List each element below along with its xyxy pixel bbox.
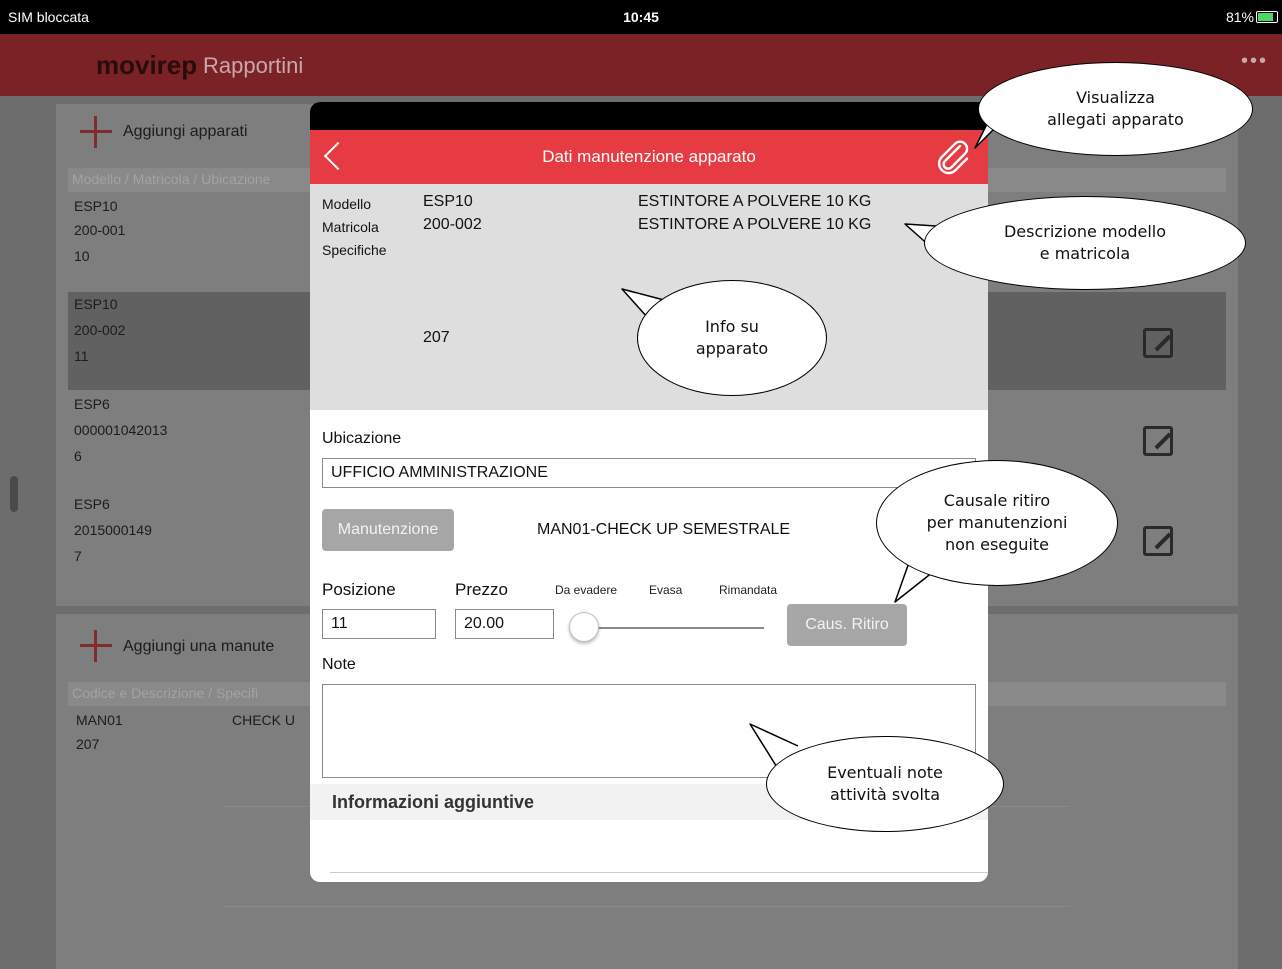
- add-manutenzione-icon[interactable]: [80, 630, 112, 662]
- bottom-divider: [330, 872, 988, 873]
- callout-line: Causale ritiro: [943, 491, 1051, 510]
- prezzo-field[interactable]: [455, 609, 554, 639]
- callout-line: attività svolta: [830, 785, 940, 804]
- row-ubicazione: 7: [74, 548, 82, 564]
- ubicazione-field[interactable]: [322, 458, 976, 488]
- row-modello: ESP10: [74, 296, 118, 312]
- posizione-field[interactable]: [322, 609, 436, 639]
- add-apparati-label[interactable]: Aggiungi apparati: [123, 123, 248, 141]
- row-modello: ESP10: [74, 198, 118, 214]
- row-matricola: 2015000149: [74, 522, 152, 538]
- manutenzione-button[interactable]: Manutenzione: [322, 509, 454, 551]
- edit-icon[interactable]: [1143, 426, 1173, 456]
- clock: 10:45: [623, 9, 659, 25]
- matricola-label: Matricola: [322, 219, 379, 235]
- modello-value: ESP10: [423, 193, 473, 210]
- callout-line: allegati apparato: [1047, 110, 1184, 129]
- slider-track[interactable]: [570, 627, 764, 629]
- edit-icon[interactable]: [1143, 328, 1173, 358]
- callout-descrizione-modello: Descrizione modello e matricola: [924, 196, 1246, 290]
- matricola-description: ESTINTORE A POLVERE 10 KG: [638, 216, 872, 233]
- modal-navbar: Dati manutenzione apparato: [310, 130, 988, 184]
- slider-label-evasa: Evasa: [649, 583, 683, 597]
- specifiche-value: 207: [423, 329, 450, 346]
- app-logo: movirep: [96, 50, 198, 80]
- callout-note-attivita: Eventuali note attività svolta: [766, 736, 1004, 832]
- add-apparati-icon[interactable]: [80, 116, 112, 148]
- battery-percent: 81%: [1225, 9, 1254, 25]
- battery-icon: [1256, 11, 1278, 23]
- specifiche-label: Specifiche: [322, 242, 387, 258]
- manutenzione-code: MAN01: [76, 712, 123, 728]
- callout-line: per manutenzioni: [926, 513, 1068, 532]
- callout-info-apparato: Info su apparato: [637, 280, 827, 396]
- manutenzione-extra: 207: [76, 736, 100, 752]
- manutenzione-desc: CHECK U: [232, 712, 296, 728]
- slider-label-rimandata: Rimandata: [719, 583, 778, 597]
- posizione-label: Posizione: [322, 580, 396, 599]
- callout-line: Info su: [705, 317, 759, 336]
- status-bar: SIM bloccata 10:45 81%: [0, 0, 1282, 34]
- modal-top-strip: [310, 102, 988, 130]
- divider: [224, 906, 1070, 907]
- callout-line: non eseguite: [944, 535, 1050, 554]
- note-label: Note: [322, 656, 356, 673]
- row-ubicazione: 11: [74, 348, 89, 364]
- callout-line: Visualizza: [1076, 88, 1155, 107]
- apparato-info-section: Modello ESP10 ESTINTORE A POLVERE 10 KG …: [310, 184, 988, 410]
- callout-line: Eventuali note: [827, 763, 943, 782]
- matricola-value: 200-002: [423, 216, 482, 233]
- row-matricola: 200-002: [74, 322, 126, 338]
- callout-line: apparato: [695, 339, 769, 358]
- row-matricola: 200-001: [74, 222, 126, 238]
- modello-description: ESTINTORE A POLVERE 10 KG: [638, 193, 872, 210]
- row-ubicazione: 10: [74, 248, 90, 264]
- callout-line: e matricola: [1039, 244, 1131, 263]
- manutenzione-value: MAN01-CHECK UP SEMESTRALE: [537, 521, 791, 538]
- side-handle[interactable]: [10, 476, 18, 512]
- callout-causale-ritiro: Causale ritiro per manutenzioni non esegui…: [876, 460, 1118, 586]
- app-subtitle: Rapportini: [203, 53, 304, 78]
- row-modello: ESP6: [74, 496, 110, 512]
- slider-knob[interactable]: [569, 612, 599, 642]
- ubicazione-label: Ubicazione: [322, 430, 402, 447]
- modal-title: Dati manutenzione apparato: [542, 147, 756, 166]
- callout-line: Descrizione modello: [1003, 222, 1167, 241]
- row-modello: ESP6: [74, 396, 110, 412]
- paperclip-icon[interactable]: [936, 140, 972, 176]
- modello-label: Modello: [322, 196, 372, 212]
- row-matricola: 000001042013: [74, 422, 168, 438]
- add-manutenzione-label[interactable]: Aggiungi una manute: [123, 638, 274, 656]
- slider-label-da-evadere: Da evadere: [555, 583, 618, 597]
- callout-visualizza-allegati: Visualizza allegati apparato: [978, 62, 1253, 156]
- more-menu-icon[interactable]: •••: [1241, 50, 1268, 73]
- prezzo-label: Prezzo: [455, 580, 508, 599]
- caus-ritiro-button[interactable]: Caus. Ritiro: [787, 604, 907, 646]
- edit-icon[interactable]: [1143, 526, 1173, 556]
- row-ubicazione: 6: [74, 448, 82, 464]
- informazioni-aggiuntive-label: Informazioni aggiuntive: [332, 792, 535, 812]
